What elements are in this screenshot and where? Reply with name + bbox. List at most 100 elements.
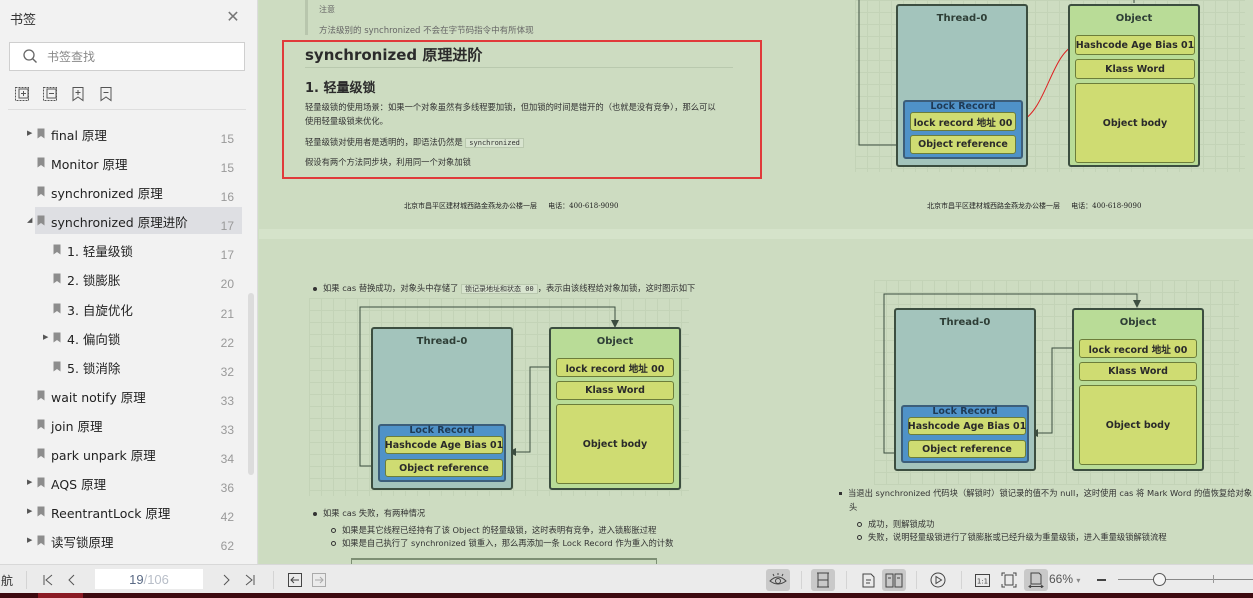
sidebar-scrollbar[interactable]	[248, 293, 254, 475]
zoom-level: 66%	[1049, 572, 1074, 586]
actual-size-icon: 1:1	[974, 573, 990, 587]
bookmark-item[interactable]: 1. 轻量级锁 17	[0, 235, 244, 264]
last-page-button[interactable]	[242, 569, 258, 591]
fit-width-icon	[1028, 572, 1044, 588]
bookmark-label: 4. 偏向锁	[67, 331, 121, 347]
object-title: Object	[1119, 317, 1157, 328]
bookmark-icon	[37, 448, 45, 459]
next-page-button[interactable]	[218, 569, 234, 591]
collapsed-arrow-icon[interactable]: ▶	[27, 129, 35, 137]
single-page-button[interactable]	[858, 569, 878, 591]
zoom-level-dropdown[interactable]: 66% ▾	[1049, 572, 1080, 586]
bookmark-icon	[37, 215, 45, 226]
bookmark-search-input[interactable]	[47, 49, 227, 64]
thread-title: Thread-0	[936, 13, 988, 24]
play-button[interactable]	[928, 569, 948, 591]
os-taskbar-edge	[0, 593, 1253, 598]
continuous-scroll-button[interactable]	[811, 569, 835, 591]
klass-word-cell: Klass Word	[1079, 362, 1197, 381]
bookmark-item[interactable]: join 原理 33	[0, 410, 244, 439]
bookmark-item[interactable]: 3. 自旋优化 21	[0, 294, 244, 323]
bookmark-page-number: 15	[220, 161, 234, 176]
add-bookmark-icon[interactable]	[70, 86, 86, 102]
object-title: Object	[1115, 13, 1153, 24]
bookmark-item[interactable]: ▶ 读写锁原理 62	[0, 526, 244, 555]
divider	[8, 109, 246, 110]
bookmark-label: 3. 自旋优化	[67, 302, 133, 318]
bookmark-item[interactable]: ◢ synchronized 原理进阶 17	[0, 206, 244, 235]
bookmark-label: wait notify 原理	[51, 389, 146, 405]
paragraph-2-text: 轻量级锁对使用者是透明的，即语法仍然是	[305, 137, 463, 147]
zoom-out-button[interactable]	[1094, 569, 1108, 591]
object-title: Object	[596, 336, 634, 347]
actual-size-button[interactable]: 1:1	[972, 569, 992, 591]
zoom-slider-track[interactable]	[1118, 579, 1253, 580]
first-page-button[interactable]	[40, 569, 56, 591]
mark-word-cell: Hashcode Age Bias 01	[908, 417, 1026, 435]
bookmark-label: Monitor 原理	[51, 157, 128, 173]
footer-address: 北京市昌平区建材城西路金燕龙办公楼一层	[927, 202, 1060, 210]
back-button[interactable]	[287, 569, 302, 591]
bullet-cas-fail: 如果 cas 失败，有两种情况	[313, 507, 425, 519]
collapse-all-icon[interactable]	[42, 86, 58, 102]
bookmark-label: 2. 锁膨胀	[67, 273, 121, 289]
previous-page-button[interactable]	[64, 569, 80, 591]
bookmark-label: AQS 原理	[51, 477, 107, 493]
collapsed-arrow-icon[interactable]: ▶	[27, 478, 35, 486]
object-box: Object lock record 地址 00 Klass Word Obje…	[549, 327, 681, 490]
lock-record-box: Lock Record Hashcode Age Bias 01 Object …	[378, 424, 506, 482]
bookmark-page-number: 21	[220, 306, 234, 321]
remove-bookmark-icon[interactable]	[98, 86, 114, 102]
object-box: Object Hashcode Age Bias 01 Klass Word O…	[1068, 4, 1200, 167]
double-page-button[interactable]	[882, 569, 906, 591]
forward-arrow-icon	[311, 573, 326, 587]
bookmark-label: join 原理	[51, 418, 103, 434]
bookmark-item[interactable]: park unpark 原理 34	[0, 439, 244, 468]
bookmark-page-number: 16	[220, 190, 234, 205]
expand-all-icon[interactable]	[14, 86, 30, 102]
bookmark-page-number: 33	[220, 393, 234, 408]
sub-bullet-exit-1: 成功，则解锁成功	[857, 518, 934, 530]
fit-width-button[interactable]	[1024, 569, 1048, 591]
bookmark-page-number: 22	[220, 335, 234, 350]
bookmark-icon	[53, 244, 61, 255]
first-page-icon	[43, 574, 53, 586]
last-page-icon	[245, 574, 255, 586]
bookmark-item[interactable]: 5. 锁消除 32	[0, 352, 244, 381]
sidebar-title: 书签	[10, 13, 37, 28]
bookmark-item[interactable]: ▶ final 原理 15	[0, 119, 244, 148]
bookmark-item[interactable]: wait notify 原理 33	[0, 381, 244, 410]
bookmark-item[interactable]: 2. 锁膨胀 20	[0, 264, 244, 293]
thread-box: Thread-0 Lock Record lock record 地址 00 O…	[896, 4, 1028, 167]
bookmark-item[interactable]: synchronized 原理 16	[0, 177, 244, 206]
collapsed-arrow-icon[interactable]: ▶	[43, 333, 51, 341]
lock-record-title: Lock Record	[409, 425, 475, 436]
fit-page-button[interactable]	[998, 569, 1020, 591]
bookmark-search[interactable]	[9, 42, 245, 71]
bookmark-item[interactable]: Monitor 原理 15	[0, 148, 244, 177]
eye-protection-button[interactable]	[766, 569, 790, 591]
bookmark-item[interactable]: ▶ 4. 偏向锁 22	[0, 323, 244, 352]
navigation-tab[interactable]: 航	[0, 569, 14, 591]
minus-icon	[1096, 579, 1106, 581]
zoom-slider-thumb[interactable]	[1152, 573, 1166, 586]
bookmark-label: synchronized 原理进阶	[51, 215, 188, 231]
bookmark-icon	[37, 506, 45, 517]
collapsed-arrow-icon[interactable]: ▶	[27, 507, 35, 515]
close-icon[interactable]: ✕	[226, 9, 240, 25]
collapsed-arrow-icon[interactable]: ▶	[27, 536, 35, 544]
heading-rule	[305, 67, 733, 68]
expanded-arrow-icon[interactable]: ◢	[27, 216, 35, 224]
page-number-input[interactable]: 19/106	[95, 569, 203, 589]
paragraph-1-line-1: 轻量级锁的使用场景：如果一个对象虽然有多线程要加锁，但加锁的时间是错开的（也就是…	[305, 102, 716, 112]
bookmark-item[interactable]: ▶ ReentrantLock 原理 42	[0, 497, 244, 526]
document-view: 注意 方法级别的 synchronized 不会在字节码指令中有所体现 sync…	[259, 0, 1253, 564]
bookmark-item[interactable]: ▶ AQS 原理 36	[0, 468, 244, 497]
sub-bullet-fail-1: 如果是其它线程已经持有了该 Object 的轻量级锁，这时表明有竞争，进入锁膨胀…	[331, 524, 656, 536]
forward-button[interactable]	[311, 569, 326, 591]
page-footer-right: 北京市昌平区建材城西路金燕龙办公楼一层 电话：400-618-9090	[927, 201, 1141, 211]
bullet-exit: 当退出 synchronized 代码块（解锁时）锁记录的值不为 null，这时…	[839, 487, 1252, 499]
page-footer-left: 北京市昌平区建材城西路金燕龙办公楼一层 电话：400-618-9090	[404, 201, 618, 211]
slider-tick	[1213, 575, 1214, 583]
status-bar: 航 19/106 1:1 66% ▾	[0, 564, 1253, 593]
